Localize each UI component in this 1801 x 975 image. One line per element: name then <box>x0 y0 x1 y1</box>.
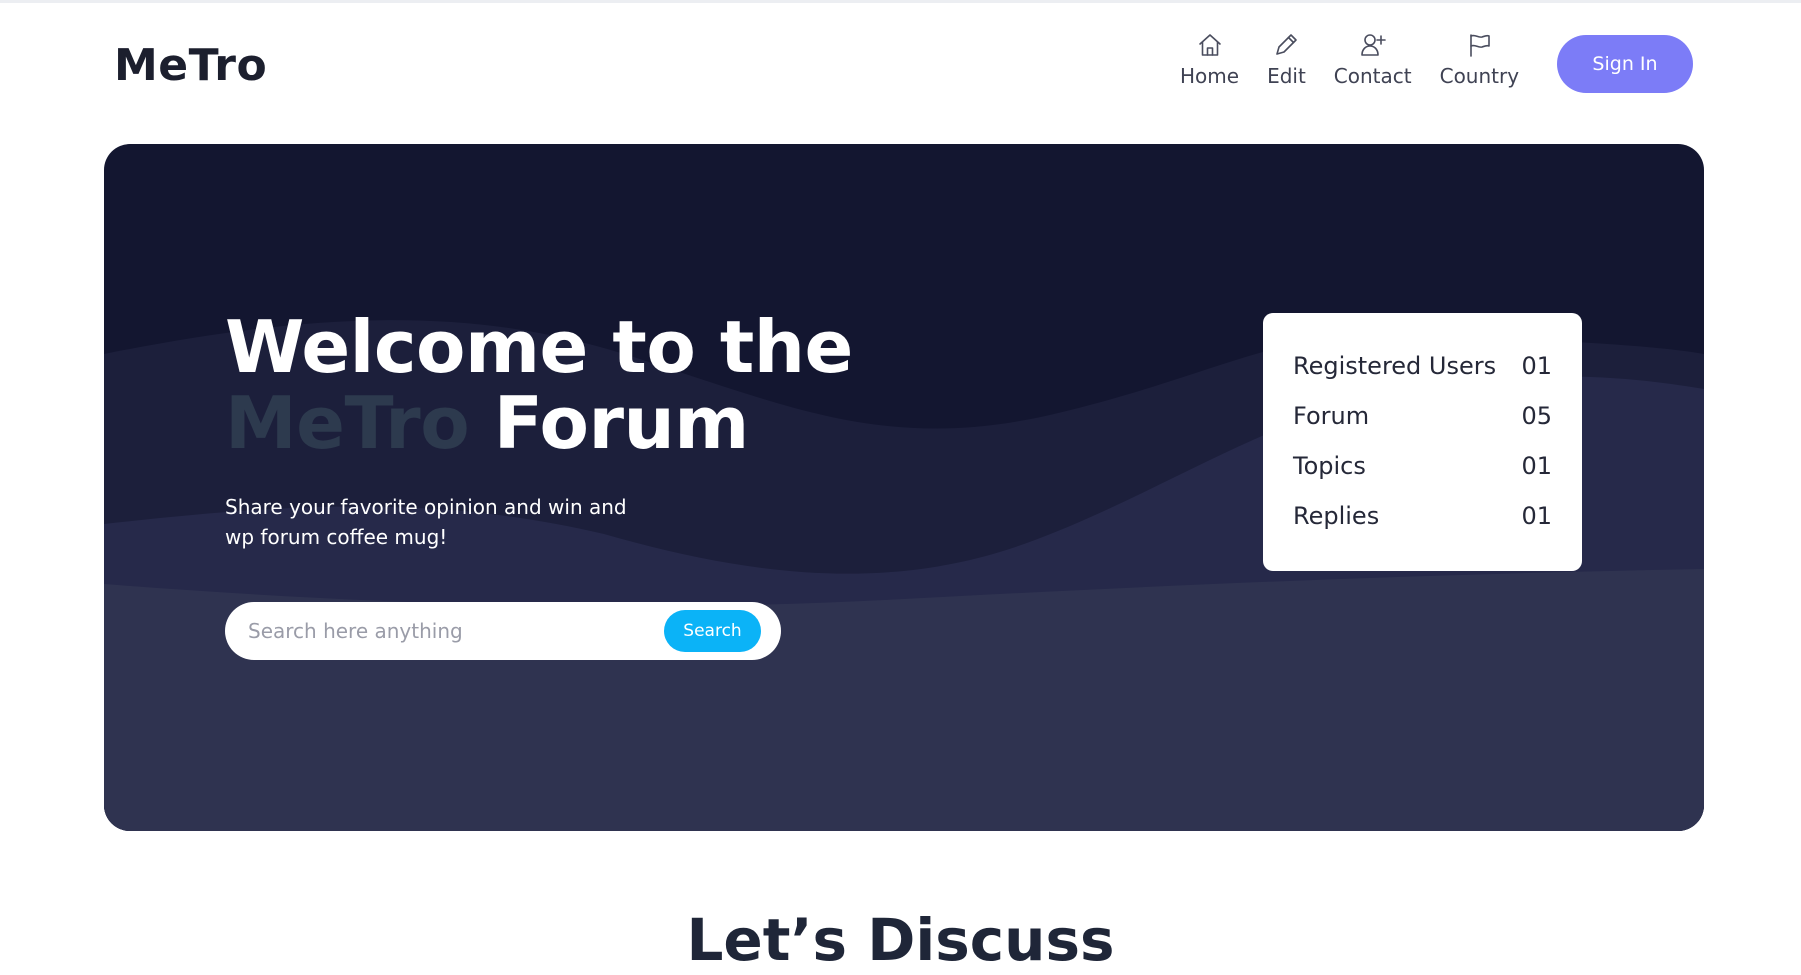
hero-title: Welcome to the MeTro Forum <box>225 309 853 461</box>
stat-value: 01 <box>1521 352 1552 380</box>
nav-label-contact: Contact <box>1333 64 1412 88</box>
sign-in-button[interactable]: Sign In <box>1557 35 1693 93</box>
hero-banner: Welcome to the MeTro Forum Share your fa… <box>104 144 1704 831</box>
home-icon <box>1195 30 1225 60</box>
stat-label: Forum <box>1293 402 1370 430</box>
hero-title-brand: MeTro <box>225 381 470 465</box>
user-plus-icon <box>1358 30 1388 60</box>
pencil-icon <box>1271 30 1301 60</box>
nav-item-country[interactable]: Country <box>1440 30 1519 88</box>
search-input[interactable] <box>246 618 664 644</box>
nav-label-home: Home <box>1180 64 1240 88</box>
stat-row-forum: Forum 05 <box>1293 391 1552 441</box>
hero-search-bar: Search <box>225 602 781 660</box>
search-button[interactable]: Search <box>664 610 761 652</box>
forum-stats-card: Registered Users 01 Forum 05 Topics 01 R… <box>1263 313 1582 571</box>
stat-value: 01 <box>1521 452 1552 480</box>
nav-label-edit: Edit <box>1267 64 1306 88</box>
hero-title-line2: MeTro Forum <box>225 385 853 461</box>
nav-item-home[interactable]: Home <box>1180 30 1239 88</box>
stat-row-topics: Topics 01 <box>1293 441 1552 491</box>
stat-value: 01 <box>1521 502 1552 530</box>
nav-label-country: Country <box>1439 64 1520 88</box>
hero-title-rest: Forum <box>493 381 750 465</box>
stat-row-registered-users: Registered Users 01 <box>1293 341 1552 391</box>
stat-label: Replies <box>1293 502 1380 530</box>
nav-item-contact[interactable]: Contact <box>1334 30 1412 88</box>
section-title: Let’s Discuss <box>686 906 1115 974</box>
hero-title-line1: Welcome to the <box>225 305 853 389</box>
hero-subtitle: Share your favorite opinion and win and … <box>225 495 627 549</box>
stat-label: Topics <box>1293 452 1366 480</box>
top-rule <box>0 0 1801 3</box>
flag-icon <box>1464 30 1494 60</box>
stat-value: 05 <box>1521 402 1552 430</box>
stat-row-replies: Replies 01 <box>1293 491 1552 541</box>
stat-label: Registered Users <box>1293 352 1497 380</box>
nav-item-edit[interactable]: Edit <box>1267 30 1306 88</box>
main-nav: Home Edit Contact Country <box>1180 30 1547 88</box>
site-logo[interactable]: MeTro <box>114 40 267 91</box>
